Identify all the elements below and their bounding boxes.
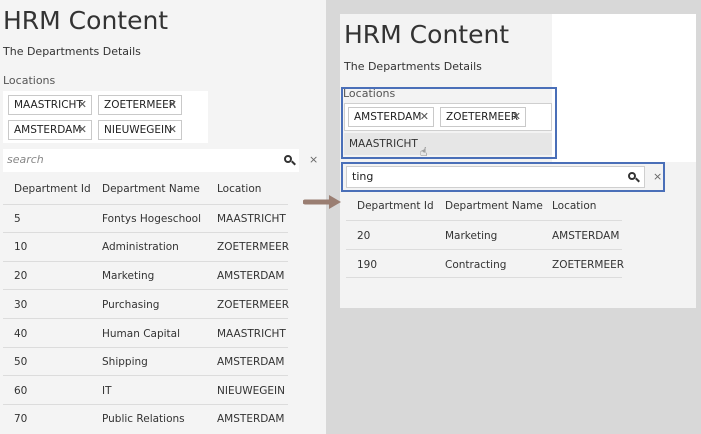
cell-department-id: 190 <box>357 259 378 271</box>
search-icon[interactable] <box>628 172 640 183</box>
cell-department-id: 60 <box>14 385 28 397</box>
transition-arrow-icon <box>303 195 341 209</box>
right-app-header-area <box>552 14 696 162</box>
cell-department-name: Shipping <box>102 356 148 368</box>
chip-remove-icon[interactable]: ✕ <box>78 121 87 139</box>
location-chip: MAASTRICHT ✕ <box>8 95 92 115</box>
chip-remove-icon[interactable]: ✕ <box>420 108 429 126</box>
column-header-location[interactable]: Location <box>217 183 261 195</box>
chip-label: ZOETERMEER <box>104 99 177 111</box>
chip-label: MAASTRICHT <box>14 99 83 111</box>
cell-department-name: Marketing <box>102 270 155 282</box>
column-header-department-id[interactable]: Department Id <box>357 200 434 212</box>
header-divider <box>346 220 622 221</box>
right-app-title: HRM Content <box>344 20 510 49</box>
left-locations-label: Locations <box>3 74 56 87</box>
cell-location: AMSTERDAM <box>217 270 285 282</box>
cell-location: AMSTERDAM <box>217 413 285 425</box>
column-header-department-id[interactable]: Department Id <box>14 183 91 195</box>
column-header-department-name[interactable]: Department Name <box>445 200 543 212</box>
right-subtitle: The Departments Details <box>344 60 482 73</box>
cell-department-name: Human Capital <box>102 328 181 340</box>
cell-department-name: Public Relations <box>102 413 185 425</box>
location-chip: ZOETERMEER ✕ <box>98 95 182 115</box>
column-header-location[interactable]: Location <box>552 200 596 212</box>
row-divider <box>346 249 622 250</box>
cell-department-name: Administration <box>102 241 179 253</box>
cell-location: NIEUWEGEIN <box>217 385 286 397</box>
header-divider <box>3 204 288 205</box>
row-divider <box>3 375 288 376</box>
dropdown-option-label: MAASTRICHT <box>349 138 418 150</box>
cell-department-name: IT <box>102 385 112 397</box>
left-subtitle: The Departments Details <box>3 45 141 58</box>
row-divider <box>3 347 288 348</box>
cell-department-id: 70 <box>14 413 28 425</box>
cell-department-id: 5 <box>14 213 21 225</box>
cell-department-name: Fontys Hogeschool <box>102 213 201 225</box>
right-search-input[interactable]: ting <box>346 166 645 188</box>
cell-department-id: 20 <box>14 270 28 282</box>
chip-label: AMSTERDAM <box>354 111 422 123</box>
left-locations-multiselect[interactable]: MAASTRICHT ✕ ZOETERMEER ✕ AMSTERDAM ✕ NI… <box>3 91 208 143</box>
cell-department-id: 10 <box>14 241 28 253</box>
row-divider <box>3 318 288 319</box>
location-chip: ZOETERMEER ✕ <box>440 107 526 127</box>
right-locations-multiselect[interactable]: AMSTERDAM ✕ ZOETERMEER ✕ <box>344 103 552 131</box>
cell-department-name: Marketing <box>445 230 498 242</box>
cell-location: MAASTRICHT <box>217 328 286 340</box>
row-divider <box>3 404 288 405</box>
hand-cursor-icon: ☝ <box>420 145 428 159</box>
chip-remove-icon[interactable]: ✕ <box>512 108 521 126</box>
location-dropdown-option[interactable]: MAASTRICHT <box>344 133 552 155</box>
cell-department-name: Contracting <box>445 259 507 271</box>
chip-remove-icon[interactable]: ✕ <box>78 96 87 114</box>
cell-location: ZOETERMEER <box>217 241 290 253</box>
chip-remove-icon[interactable]: ✕ <box>168 96 177 114</box>
cell-location: ZOETERMEER <box>217 299 290 311</box>
cell-department-id: 20 <box>357 230 371 242</box>
location-chip: NIEUWEGEIN ✕ <box>98 120 182 140</box>
location-chip: AMSTERDAM ✕ <box>8 120 92 140</box>
row-divider <box>3 232 288 233</box>
cell-location: ZOETERMEER <box>552 259 625 271</box>
chip-label: AMSTERDAM <box>14 124 82 136</box>
left-app-title: HRM Content <box>3 6 169 35</box>
location-chip: AMSTERDAM ✕ <box>348 107 434 127</box>
left-search-input[interactable]: search <box>3 149 299 172</box>
chip-label: ZOETERMEER <box>446 111 519 123</box>
row-divider <box>346 277 622 278</box>
right-locations-label: Locations <box>343 87 396 100</box>
chip-remove-icon[interactable]: ✕ <box>168 121 177 139</box>
chip-label: NIEUWEGEIN <box>104 124 173 136</box>
cell-department-id: 50 <box>14 356 28 368</box>
cell-department-id: 30 <box>14 299 28 311</box>
cell-location: MAASTRICHT <box>217 213 286 225</box>
column-header-department-name[interactable]: Department Name <box>102 183 200 195</box>
search-placeholder: search <box>7 153 44 166</box>
cell-department-name: Purchasing <box>102 299 160 311</box>
cell-department-id: 40 <box>14 328 28 340</box>
row-divider <box>3 289 288 290</box>
clear-search-icon[interactable]: × <box>309 153 318 166</box>
cell-location: AMSTERDAM <box>552 230 620 242</box>
search-icon[interactable] <box>284 155 296 166</box>
clear-search-icon[interactable]: × <box>653 170 662 183</box>
row-divider <box>3 261 288 262</box>
cell-location: AMSTERDAM <box>217 356 285 368</box>
search-value: ting <box>352 170 374 183</box>
